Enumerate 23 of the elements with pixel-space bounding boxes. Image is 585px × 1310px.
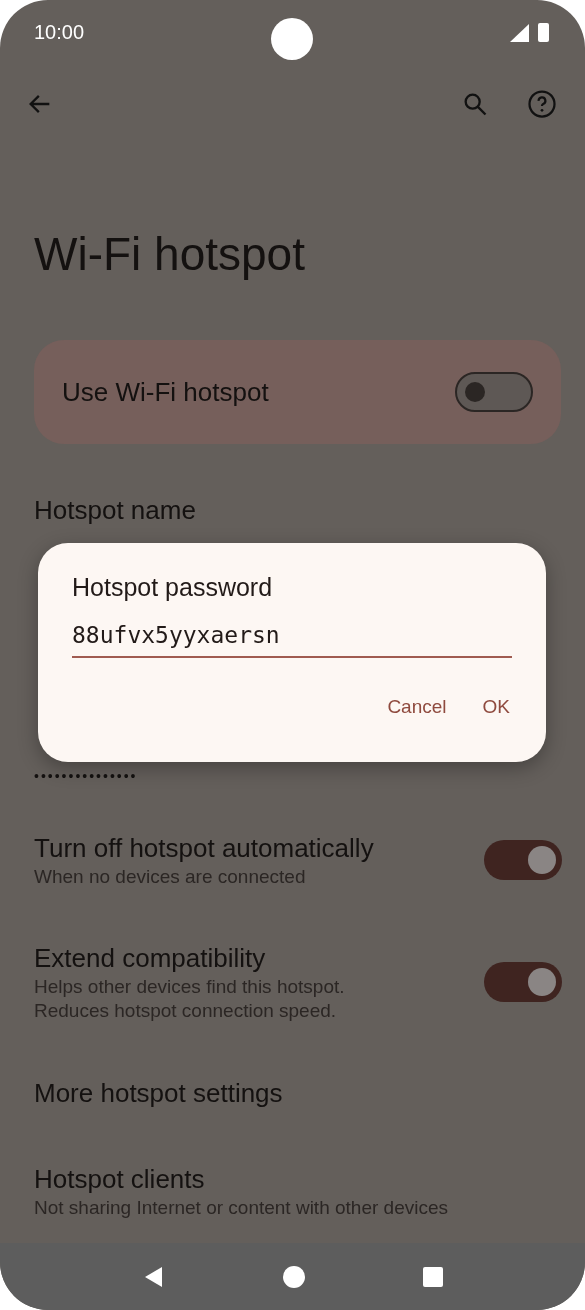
toggle-switch[interactable] xyxy=(484,962,562,1002)
setting-title: Hotspot name xyxy=(34,494,197,527)
dialog-title: Hotspot password xyxy=(72,573,274,602)
setting-subtitle: When no devices are connected xyxy=(34,865,307,889)
setting-subtitle: Helps other devices find this hotspot. Reduces hotspot connection speed. xyxy=(34,975,345,1023)
status-time: 10:00 xyxy=(34,20,85,44)
password-field[interactable]: 88ufvx5yyxaersn xyxy=(72,618,512,658)
recents-icon[interactable] xyxy=(421,1265,444,1288)
setting-subtitle: Not sharing Internet or content with other devices xyxy=(34,1196,449,1220)
dialog-button[interactable]: OK xyxy=(468,686,524,728)
setting-title: Turn off hotspot automatically xyxy=(34,832,374,865)
page-title: Wi-Fi hotspot xyxy=(34,227,306,282)
toggle-switch[interactable] xyxy=(484,840,562,880)
toggle-label: Use Wi-Fi hotspot xyxy=(62,376,269,408)
camera-cutout xyxy=(271,18,313,60)
toggle-switch[interactable] xyxy=(455,372,533,412)
home-icon[interactable] xyxy=(281,1264,306,1289)
help-icon[interactable] xyxy=(527,89,557,119)
hotspot-toggle-card[interactable]: Use Wi-Fi hotspot xyxy=(34,340,561,444)
dialog-button[interactable]: Cancel xyxy=(373,686,461,728)
masked-password: ••••••••••••••• xyxy=(34,767,139,786)
status-icons xyxy=(510,21,552,43)
setting-title: Extend compatibility xyxy=(34,942,267,975)
